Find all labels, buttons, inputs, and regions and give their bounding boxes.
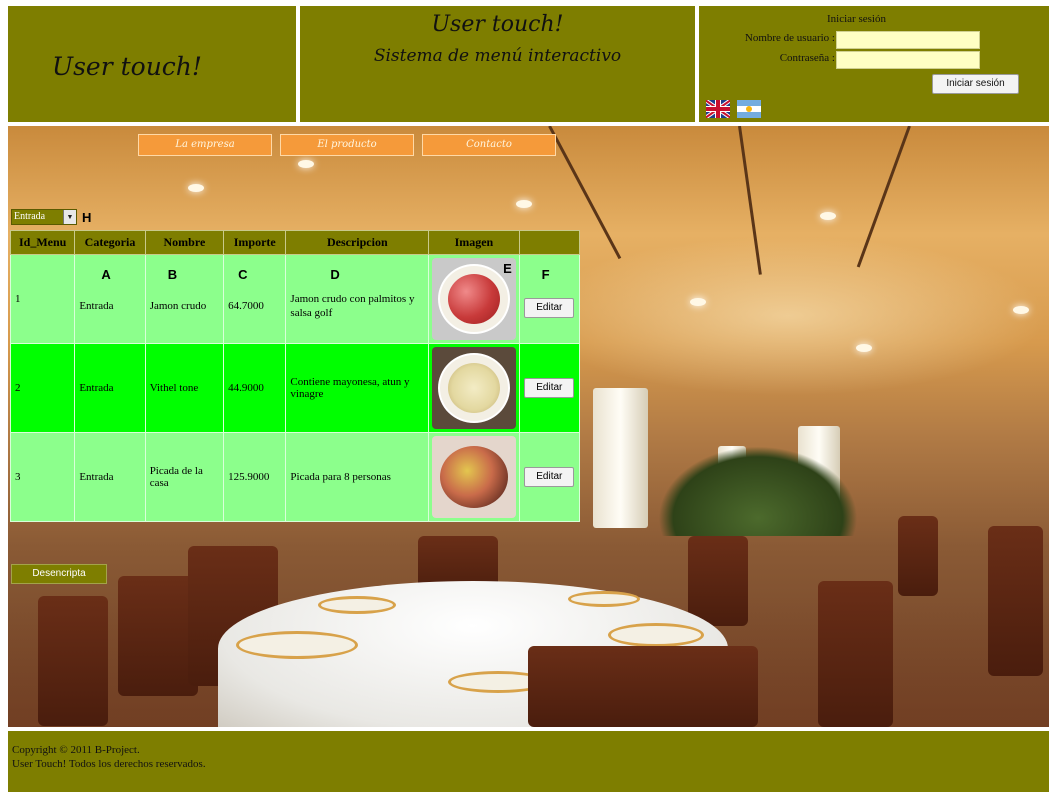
- cell-descripcion: Contiene mayonesa, atun y vinagre: [285, 343, 430, 433]
- table-header-row: Id_Menu Categoria Nombre Importe Descrip…: [9, 230, 581, 255]
- cell-importe: C 64.7000: [223, 254, 287, 344]
- nav-tab-el-producto[interactable]: El producto: [280, 134, 414, 156]
- password-label: Contraseña :: [779, 52, 835, 64]
- cell-imagen: E: [428, 254, 520, 344]
- login-panel: Iniciar sesión Nombre de usuario : Contr…: [699, 6, 1049, 122]
- rights-text: User Touch! Todos los derechos reservado…: [12, 758, 206, 770]
- column-header-actions: [518, 230, 581, 255]
- table-row: 2 Entrada Vithel tone 44.9000 Contiene m…: [9, 343, 581, 433]
- password-input[interactable]: [836, 51, 980, 69]
- cell-id: 3: [9, 432, 76, 522]
- annotation-c: C: [238, 267, 248, 282]
- site-footer: Copyright © 2011 B-Project. User Touch! …: [8, 731, 1049, 792]
- chevron-down-icon[interactable]: ▼: [63, 210, 76, 224]
- cell-importe: 125.9000: [223, 432, 287, 522]
- username-input[interactable]: [836, 31, 980, 49]
- cell-categoria: Entrada: [74, 343, 146, 433]
- table-row: 1 A Entrada B Jamon crudo C 64.7000 D Ja…: [9, 254, 581, 344]
- main-content: La empresa El producto Contacto Entrada …: [8, 126, 1049, 727]
- cell-importe: 44.9000: [223, 343, 287, 433]
- category-select[interactable]: Entrada ▼: [11, 209, 77, 225]
- annotation-h: H: [82, 210, 92, 225]
- column-header-id: Id_Menu: [9, 230, 76, 255]
- vithel-tone-image: [431, 347, 516, 429]
- annotation-a: A: [101, 267, 111, 282]
- annotation-e: E: [503, 261, 512, 276]
- argentina-flag-icon[interactable]: [737, 100, 761, 118]
- cell-nombre-text: Jamon crudo: [149, 300, 207, 312]
- column-header-importe: Importe: [223, 230, 287, 255]
- site-header: User touch! User touch! Sistema de menú …: [0, 0, 1051, 126]
- cell-importe-text: 64.7000: [228, 300, 264, 312]
- cell-categoria: A Entrada: [74, 254, 146, 344]
- table-row: 3 Entrada Picada de la casa 125.9000 Pic…: [9, 432, 581, 522]
- password-row: Contraseña :: [699, 52, 835, 68]
- site-subtitle: Sistema de menú interactivo: [373, 46, 622, 66]
- brand-logo[interactable]: User touch!: [52, 52, 202, 81]
- cell-imagen: [428, 432, 520, 522]
- cell-actions: Editar: [518, 432, 581, 522]
- header-logo-cell: User touch!: [8, 6, 296, 122]
- login-button[interactable]: Iniciar sesión: [932, 74, 1019, 94]
- column-header-nombre: Nombre: [144, 230, 225, 255]
- cell-descripcion: Picada para 8 personas: [285, 432, 430, 522]
- cell-id: 2: [9, 343, 76, 433]
- cell-nombre: B Jamon crudo: [144, 254, 225, 344]
- login-title: Iniciar sesión: [827, 13, 886, 25]
- annotation-b: B: [167, 267, 178, 282]
- cell-descripcion-text: Jamon crudo con palmitos y salsa golf: [290, 293, 415, 319]
- column-header-descripcion: Descripcion: [285, 230, 430, 255]
- cell-imagen: [428, 343, 520, 433]
- picada-image: [431, 436, 516, 518]
- column-header-imagen: Imagen: [428, 230, 520, 255]
- header-title-cell: User touch! Sistema de menú interactivo: [300, 6, 695, 122]
- edit-button[interactable]: Editar: [524, 298, 575, 318]
- cell-actions: Editar: [518, 343, 581, 433]
- copyright-text: Copyright © 2011 B-Project.: [12, 744, 140, 756]
- column-header-categoria: Categoria: [74, 230, 146, 255]
- cell-nombre: Picada de la casa: [144, 432, 225, 522]
- english-flag-icon[interactable]: [706, 100, 730, 118]
- decrypt-button[interactable]: Desencripta: [11, 564, 107, 584]
- edit-button[interactable]: Editar: [524, 378, 575, 398]
- cell-categoria-text: Entrada: [79, 300, 114, 312]
- cell-descripcion: D Jamon crudo con palmitos y salsa golf: [285, 254, 430, 344]
- cell-nombre: Vithel tone: [144, 343, 225, 433]
- edit-button[interactable]: Editar: [524, 467, 575, 487]
- cell-categoria: Entrada: [74, 432, 146, 522]
- annotation-f: F: [541, 267, 550, 282]
- nav-tab-contacto[interactable]: Contacto: [422, 134, 556, 156]
- site-title: User touch!: [431, 12, 564, 37]
- cell-id: 1: [9, 254, 76, 344]
- username-row: Nombre de usuario :: [699, 32, 835, 48]
- cell-actions: F Editar: [518, 254, 581, 344]
- username-label: Nombre de usuario :: [744, 32, 835, 44]
- menu-table: Id_Menu Categoria Nombre Importe Descrip…: [9, 230, 581, 522]
- annotation-d: D: [330, 267, 340, 282]
- nav-tab-la-empresa[interactable]: La empresa: [138, 134, 272, 156]
- category-select-value: Entrada: [14, 211, 46, 222]
